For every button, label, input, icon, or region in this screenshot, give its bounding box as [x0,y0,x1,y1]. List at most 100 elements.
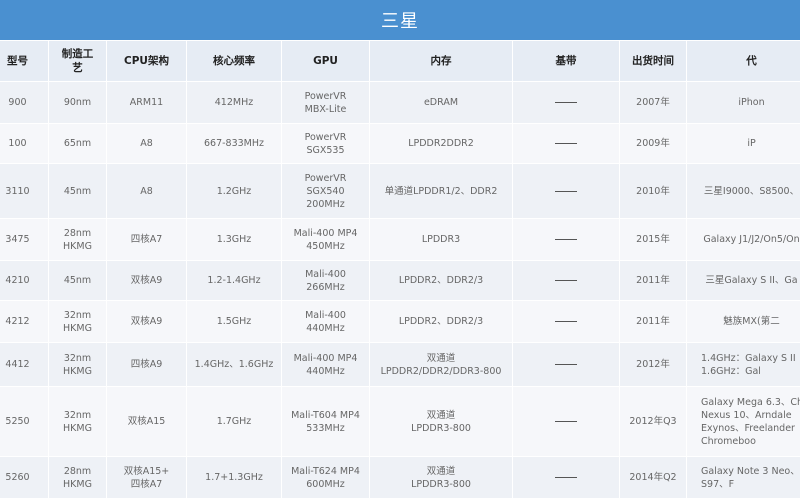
cell-cpu: A8 [106,163,187,219]
cell-devices: 三星Galaxy S II、Ga [686,260,800,301]
cell-baseband [512,260,620,301]
cell-process: 65nm [48,123,107,164]
table-row: 3475 28nm HKMG 四核A7 1.3GHz Mali-400 MP4 450MHz… [0,218,800,261]
cell-devices: Galaxy J1/J2/On5/On [686,218,800,261]
cell-model: 100 [0,123,49,164]
header-memory: 内存 [369,40,513,82]
cell-model: 4212 [0,300,49,343]
cell-memory: eDRAM [369,81,513,124]
dash-mark [555,364,577,365]
soc-table: 型号 制造工艺 CPU架构 核心频率 GPU 内存 基带 出货时间 代 900 9… [0,40,800,499]
cell-date: 2007年 [619,81,687,124]
cell-date: 2012年Q3 [619,386,687,457]
cell-devices: Galaxy Mega 6.3、Ch Nexus 10、Arndale Exynos… [686,386,800,457]
cell-baseband [512,123,620,164]
cell-date: 2012年 [619,342,687,387]
cell-cpu: 四核A9 [106,342,187,387]
cell-freq: 1.2GHz [186,163,282,219]
cell-baseband [512,386,620,457]
cell-cpu: 双核A9 [106,260,187,301]
cell-freq: 1.7GHz [186,386,282,457]
cell-gpu: PowerVR SGX540 200MHz [281,163,370,219]
cell-gpu: Mali-T624 MP4 600MHz [281,456,370,499]
cell-freq: 1.2-1.4GHz [186,260,282,301]
cell-gpu: PowerVR SGX535 [281,123,370,164]
cell-process: 28nm HKMG [48,456,107,499]
cell-cpu: A8 [106,123,187,164]
dash-mark [555,280,577,281]
table-row: 4212 32nm HKMG 双核A9 1.5GHz Mali-400 440MHz LPDD… [0,300,800,343]
header-row: 型号 制造工艺 CPU架构 核心频率 GPU 内存 基带 出货时间 代 [0,40,800,82]
cell-memory: LPDDR2DDR2 [369,123,513,164]
cell-memory: LPDDR3 [369,218,513,261]
header-gpu: GPU [281,40,370,82]
cell-freq: 1.7+1.3GHz [186,456,282,499]
cell-date: 2011年 [619,300,687,343]
dash-mark [555,321,577,322]
cell-model: 3110 [0,163,49,219]
cell-process: 32nm HKMG [48,342,107,387]
cell-model: 3475 [0,218,49,261]
cell-memory: LPDDR2、DDR2/3 [369,300,513,343]
cell-devices: 魅族MX(第二 [686,300,800,343]
cell-model: 4412 [0,342,49,387]
cell-process: 90nm [48,81,107,124]
header-model: 型号 [0,40,49,82]
cell-model: 4210 [0,260,49,301]
header-baseband: 基带 [512,40,620,82]
cell-devices: iP [686,123,800,164]
dash-mark [555,102,577,103]
cell-baseband [512,163,620,219]
cell-freq: 1.4GHz、1.6GHz [186,342,282,387]
cell-process: 45nm [48,163,107,219]
cell-devices: iPhon [686,81,800,124]
header-cpu: CPU架构 [106,40,187,82]
header-freq: 核心频率 [186,40,282,82]
cell-gpu: Mali-400 440MHz [281,300,370,343]
cell-gpu: Mali-400 266MHz [281,260,370,301]
table-row: 900 90nm ARM11 412MHz PowerVR MBX-Lite eDRAM 20… [0,81,800,124]
table-row: 5260 28nm HKMG 双核A15+ 四核A7 1.7+1.3GHz Mali-T62… [0,456,800,499]
cell-cpu: 双核A9 [106,300,187,343]
cell-baseband [512,218,620,261]
cell-baseband [512,456,620,499]
cell-devices: 1.4GHz：Galaxy S II 1.6GHz：Gal [686,342,800,387]
cell-baseband [512,300,620,343]
header-process: 制造工艺 [48,40,107,82]
cell-model: 5250 [0,386,49,457]
table-title: 三星 [0,0,800,40]
cell-process: 32nm HKMG [48,300,107,343]
cell-memory: 双通道 LPDDR3-800 [369,456,513,499]
cell-model: 5260 [0,456,49,499]
cell-freq: 667-833MHz [186,123,282,164]
cell-model: 900 [0,81,49,124]
dash-mark [555,421,577,422]
cell-date: 2009年 [619,123,687,164]
cell-memory: 双通道 LPDDR2/DDR2/DDR3-800 [369,342,513,387]
table-row: 5250 32nm HKMG 双核A15 1.7GHz Mali-T604 MP4 533M… [0,386,800,457]
cell-gpu: PowerVR MBX-Lite [281,81,370,124]
cell-cpu: 双核A15+ 四核A7 [106,456,187,499]
cell-freq: 1.5GHz [186,300,282,343]
cell-date: 2015年 [619,218,687,261]
dash-mark [555,477,577,478]
cell-cpu: 四核A7 [106,218,187,261]
cell-freq: 412MHz [186,81,282,124]
cell-devices: 三星I9000、S8500、 [686,163,800,219]
cell-process: 28nm HKMG [48,218,107,261]
cell-date: 2014年Q2 [619,456,687,499]
cell-gpu: Mali-400 MP4 450MHz [281,218,370,261]
table-row: 3110 45nm A8 1.2GHz PowerVR SGX540 200MHz 单通道LP… [0,163,800,219]
cell-memory: 单通道LPDDR1/2、DDR2 [369,163,513,219]
header-date: 出货时间 [619,40,687,82]
cell-memory: 双通道 LPDDR3-800 [369,386,513,457]
cell-devices: Galaxy Note 3 Neo、S S97、F [686,456,800,499]
cell-date: 2011年 [619,260,687,301]
table-body: 900 90nm ARM11 412MHz PowerVR MBX-Lite eDRAM 20… [0,81,800,499]
dash-mark [555,143,577,144]
cell-date: 2010年 [619,163,687,219]
header-devices: 代 [686,40,800,82]
cell-freq: 1.3GHz [186,218,282,261]
cell-gpu: Mali-T604 MP4 533MHz [281,386,370,457]
dash-mark [555,239,577,240]
